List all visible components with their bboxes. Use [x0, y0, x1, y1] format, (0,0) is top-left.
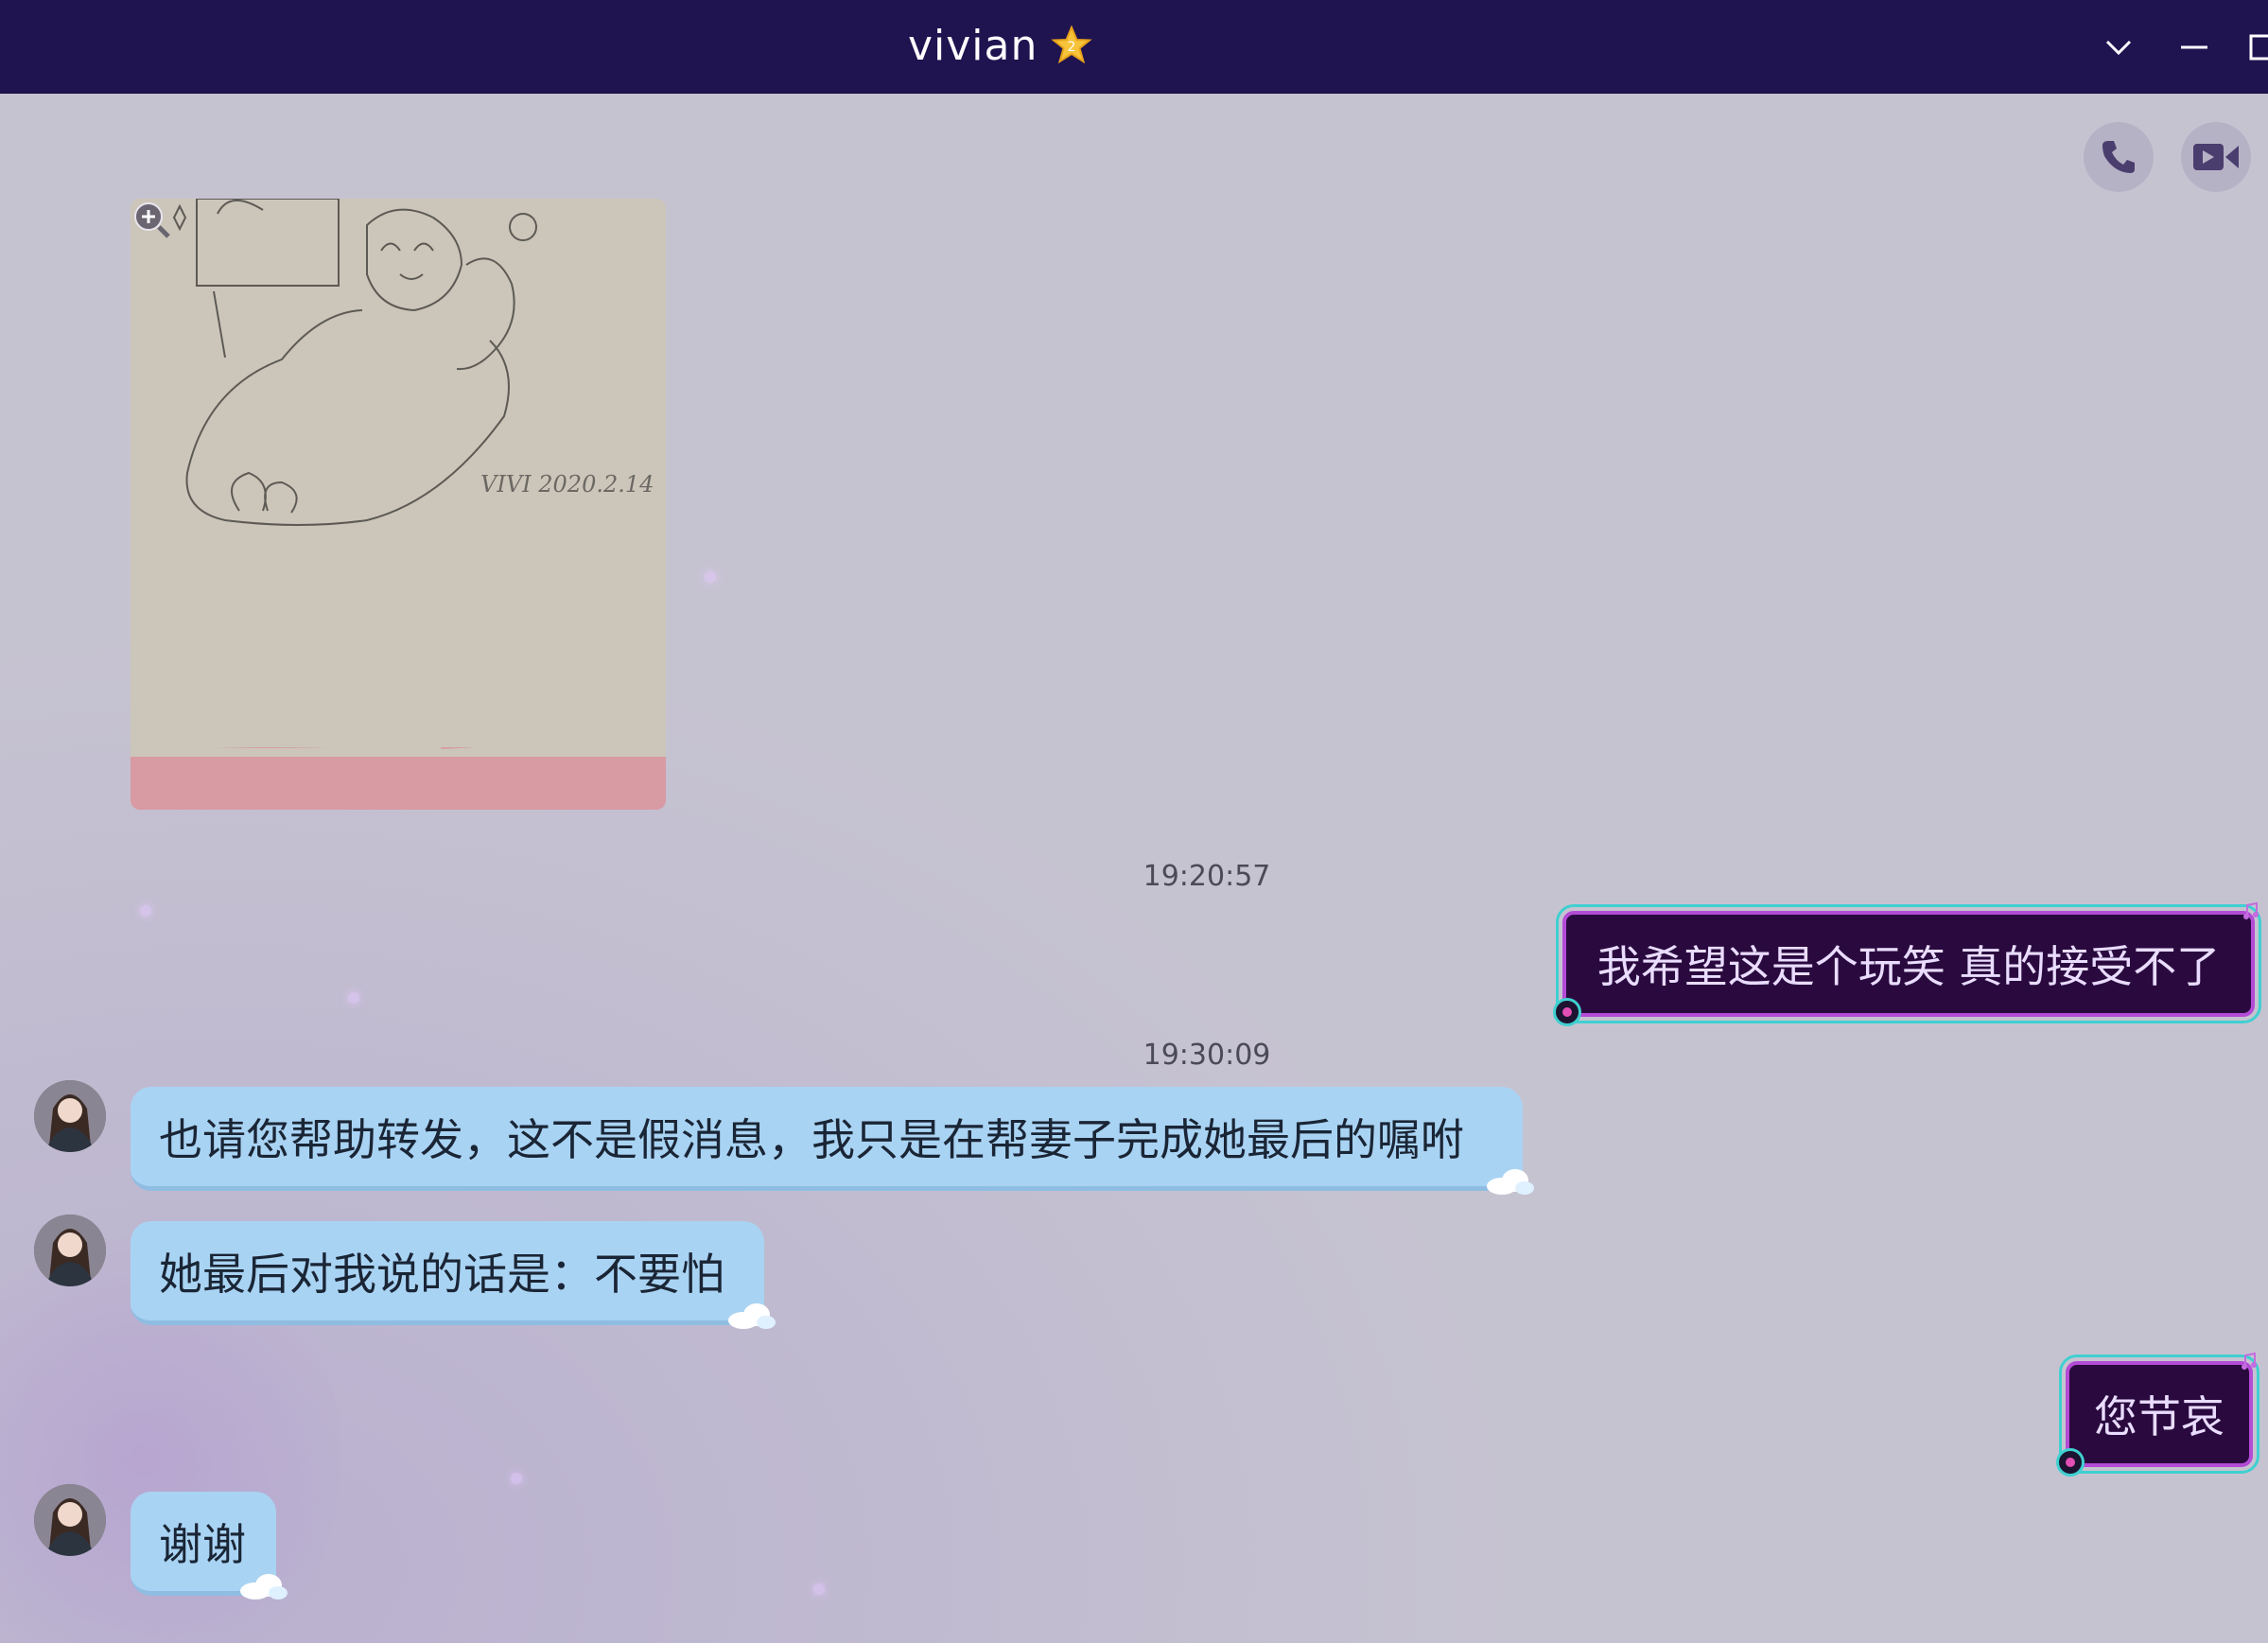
- video-call-icon: [2193, 144, 2239, 170]
- avatar-image: [34, 1215, 106, 1286]
- image-caption: VIVI 2020.2.14: [480, 471, 654, 498]
- chat-area[interactable]: VIVI 2020.2.14 19:20:57 我希望这是个玩笑 真的接受不了 …: [0, 94, 2268, 1643]
- message-text: 也请您帮助转发，这不是假消息，我只是在帮妻子完成她最后的嘱咐: [159, 1113, 1464, 1165]
- minimize-icon[interactable]: [2175, 28, 2213, 66]
- phone-icon: [2102, 141, 2135, 173]
- voice-call-button[interactable]: [2084, 122, 2154, 192]
- video-call-button[interactable]: [2181, 122, 2251, 192]
- message-text: 她最后对我说的话是：不要怕: [159, 1248, 724, 1300]
- sparkle-decoration: [348, 992, 359, 1004]
- sparkle-decoration: [511, 1473, 522, 1484]
- pencil-drawing-image: VIVI 2020.2.14: [131, 199, 666, 810]
- chevron-down-icon[interactable]: [2100, 28, 2137, 66]
- cloud-decoration-icon: [1487, 1169, 1534, 1195]
- incoming-message-bubble[interactable]: 谢谢: [131, 1492, 288, 1599]
- sparkle-decoration: [140, 905, 151, 917]
- incoming-message-bubble[interactable]: 她最后对我说的话是：不要怕: [131, 1221, 776, 1329]
- message-text: 您节哀: [2094, 1391, 2224, 1442]
- title-bar: vivian 2: [0, 0, 2268, 94]
- avatar-image: [34, 1484, 106, 1556]
- sparkle-decoration: [705, 571, 716, 583]
- avatar-image: [34, 1080, 106, 1152]
- contact-avatar[interactable]: [34, 1215, 106, 1286]
- vip-level: 2: [1068, 40, 1076, 55]
- sparkle-decoration: [813, 1583, 825, 1595]
- cloud-decoration-icon: [240, 1574, 288, 1599]
- message-timestamp: 19:20:57: [1143, 860, 1271, 893]
- maximize-icon[interactable]: [2247, 28, 2268, 66]
- zoom-in-icon[interactable]: [131, 199, 172, 240]
- contact-avatar[interactable]: [34, 1080, 106, 1152]
- vip-star-icon[interactable]: 2: [1051, 25, 1093, 66]
- message-timestamp: 19:30:09: [1143, 1039, 1271, 1072]
- contact-name[interactable]: vivian: [908, 22, 1038, 70]
- outgoing-message-bubble[interactable]: 我希望这是个玩笑 真的接受不了: [1553, 901, 2261, 1026]
- image-message[interactable]: VIVI 2020.2.14: [131, 199, 666, 810]
- message-text: 我希望这是个玩笑 真的接受不了: [1596, 941, 2221, 992]
- music-note-decoration-icon: [2242, 1352, 2257, 1370]
- cloud-decoration-icon: [728, 1303, 776, 1329]
- contact-avatar[interactable]: [34, 1484, 106, 1556]
- heart-decoration-icon: [2056, 1448, 2085, 1477]
- music-note-decoration-icon: [2243, 901, 2259, 919]
- incoming-message-bubble[interactable]: 也请您帮助转发，这不是假消息，我只是在帮妻子完成她最后的嘱咐: [131, 1087, 1534, 1195]
- heart-decoration-icon: [1553, 998, 1581, 1026]
- outgoing-message-bubble[interactable]: 您节哀: [2056, 1352, 2259, 1477]
- chat-title: vivian 2: [908, 17, 1093, 74]
- message-text: 谢谢: [159, 1518, 246, 1570]
